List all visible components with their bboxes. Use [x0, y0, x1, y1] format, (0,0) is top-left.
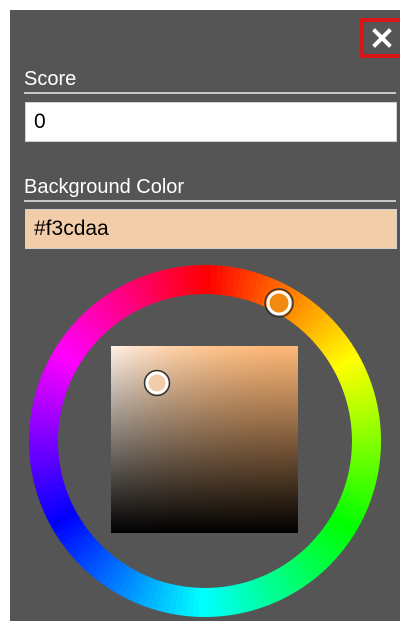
saturation-value-square[interactable]	[111, 346, 298, 533]
color-picker[interactable]	[10, 10, 400, 621]
hue-handle[interactable]	[266, 290, 292, 316]
settings-panel: Score Background Color	[10, 10, 400, 621]
saturation-value-handle[interactable]	[145, 371, 169, 395]
